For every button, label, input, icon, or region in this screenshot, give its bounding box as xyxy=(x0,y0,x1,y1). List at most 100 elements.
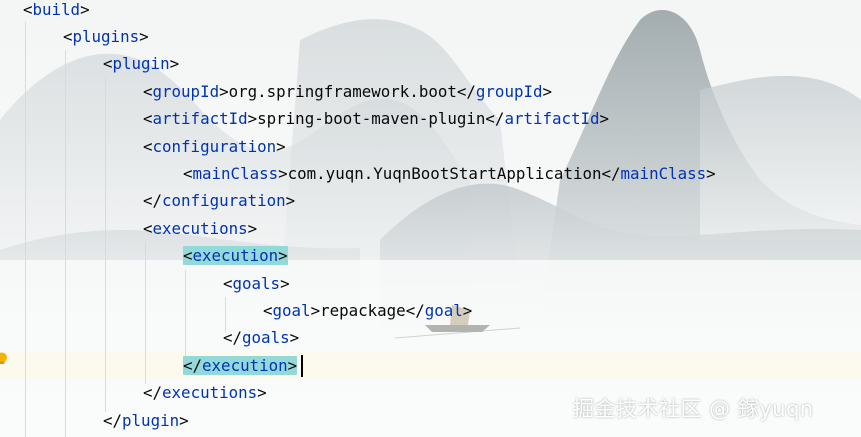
tag-bracket: </ xyxy=(143,191,163,211)
code-line[interactable]: <mainClass>com.yuqn.YuqnBootStartApplica… xyxy=(183,161,716,188)
tag-name: configuration xyxy=(152,136,277,156)
tag-bracket: < xyxy=(143,136,153,156)
element-value: repackage xyxy=(320,300,406,320)
closing-tag: </execution> xyxy=(183,355,298,375)
tag-name: plugin xyxy=(122,410,180,430)
tag-bracket: > xyxy=(139,26,149,46)
closing-tag: </executions> xyxy=(143,383,267,402)
tag-bracket: < xyxy=(143,81,153,101)
closing-tag: </plugin> xyxy=(103,411,189,430)
tag-bracket: > xyxy=(219,81,229,101)
code-line[interactable]: <plugins> xyxy=(63,24,149,51)
tag-name: executions xyxy=(152,218,248,238)
tag-bracket: > xyxy=(599,109,610,129)
opening-tag: <configuration> xyxy=(143,137,286,156)
element-value: spring-boot-maven-plugin xyxy=(257,109,486,129)
code-line[interactable]: </executions> xyxy=(143,380,267,407)
tag-bracket: </ xyxy=(103,410,123,430)
text-cursor xyxy=(301,355,303,377)
tag-bracket: < xyxy=(23,0,33,19)
tag-bracket: </ xyxy=(223,328,243,348)
code-line[interactable]: <executions> xyxy=(143,216,257,243)
code-line[interactable]: <build> xyxy=(23,0,90,24)
tag-name: goals xyxy=(242,328,290,348)
closing-tag: </configuration> xyxy=(143,191,295,210)
tag-bracket: < xyxy=(183,163,193,183)
opening-tag: <goal> xyxy=(263,301,320,320)
code-line[interactable]: <goal>repackage</goal> xyxy=(263,298,472,325)
tag-bracket: > xyxy=(280,273,290,293)
tag-name: execution xyxy=(192,246,279,266)
tag-bracket: </ xyxy=(405,300,425,320)
tag-name: plugins xyxy=(72,26,140,46)
element-value: com.yuqn.YuqnBootStartApplication xyxy=(287,163,602,183)
tag-bracket: > xyxy=(179,410,189,430)
tag-bracket: < xyxy=(143,109,153,129)
tag-bracket: </ xyxy=(143,383,163,403)
tag-bracket: > xyxy=(80,0,90,19)
tag-bracket: > xyxy=(257,383,267,403)
tag-name: mainClass xyxy=(620,163,707,183)
tag-bracket: > xyxy=(462,300,473,320)
tag-bracket: > xyxy=(276,136,286,156)
closing-tag: </goal> xyxy=(406,301,473,320)
tag-name: artifactId xyxy=(504,109,600,129)
tag-bracket: > xyxy=(289,328,300,348)
opening-tag: <mainClass> xyxy=(183,164,288,183)
tag-name: plugin xyxy=(112,54,170,74)
closing-tag: </goals> xyxy=(223,328,299,347)
opening-tag: <goals> xyxy=(223,274,290,293)
tag-name: goal xyxy=(272,300,311,320)
tag-bracket: < xyxy=(223,273,233,293)
tag-name: build xyxy=(32,0,81,19)
lightbulb-icon[interactable] xyxy=(0,352,8,366)
opening-tag: <plugin> xyxy=(103,54,179,73)
tag-bracket: < xyxy=(103,54,113,74)
tag-bracket: > xyxy=(706,163,716,183)
opening-tag: <artifactId> xyxy=(143,109,257,128)
tag-bracket: </ xyxy=(456,81,476,101)
tag-bracket: > xyxy=(287,355,298,375)
opening-tag: <execution> xyxy=(183,246,288,266)
tag-bracket: > xyxy=(169,54,180,74)
tag-bracket: > xyxy=(542,81,552,101)
code-line[interactable]: </execution> xyxy=(183,353,298,380)
tag-name: goals xyxy=(232,273,281,293)
code-line[interactable]: <goals> xyxy=(223,271,290,298)
tag-bracket: > xyxy=(278,163,288,183)
xml-code-editor[interactable]: <build> <plugins> <plugin> <groupId>org.spr… xyxy=(0,0,861,437)
tag-bracket: < xyxy=(263,300,273,320)
tag-bracket: </ xyxy=(485,109,505,129)
opening-tag: <plugins> xyxy=(63,27,149,46)
tag-name: executions xyxy=(162,383,258,403)
tag-bracket: > xyxy=(247,218,258,238)
tag-bracket: > xyxy=(247,109,258,129)
code-line[interactable]: <execution> xyxy=(183,243,288,270)
tag-name: groupId xyxy=(152,81,220,101)
closing-tag: </artifactId> xyxy=(485,109,609,128)
code-line[interactable]: </goals> xyxy=(223,325,299,352)
tag-bracket: </ xyxy=(601,163,621,183)
tag-name: execution xyxy=(202,355,288,375)
tag-name: artifactId xyxy=(152,109,248,129)
code-line[interactable]: <configuration> xyxy=(143,134,286,161)
tag-name: goal xyxy=(424,300,463,320)
element-value: org.springframework.boot xyxy=(228,81,457,101)
tag-bracket: < xyxy=(63,26,73,46)
tag-bracket: </ xyxy=(183,355,203,375)
tag-name: configuration xyxy=(162,191,286,211)
opening-tag: <groupId> xyxy=(143,82,229,101)
code-line[interactable]: <groupId>org.springframework.boot</group… xyxy=(143,79,552,106)
code-line[interactable]: </configuration> xyxy=(143,188,295,215)
code-line[interactable]: <artifactId>spring-boot-maven-plugin</ar… xyxy=(143,106,609,133)
watermark-text: 掘金技术社区 @ 鎵yuqn xyxy=(573,397,814,421)
tag-bracket: > xyxy=(285,191,296,211)
code-line[interactable]: <plugin> xyxy=(103,51,179,78)
tag-bracket: < xyxy=(143,218,153,238)
tag-name: mainClass xyxy=(192,163,279,183)
code-line[interactable]: </plugin> xyxy=(103,408,189,435)
closing-tag: </mainClass> xyxy=(602,164,716,183)
tag-bracket: < xyxy=(183,246,193,266)
tag-name: groupId xyxy=(475,81,543,101)
tag-bracket: > xyxy=(278,246,288,266)
